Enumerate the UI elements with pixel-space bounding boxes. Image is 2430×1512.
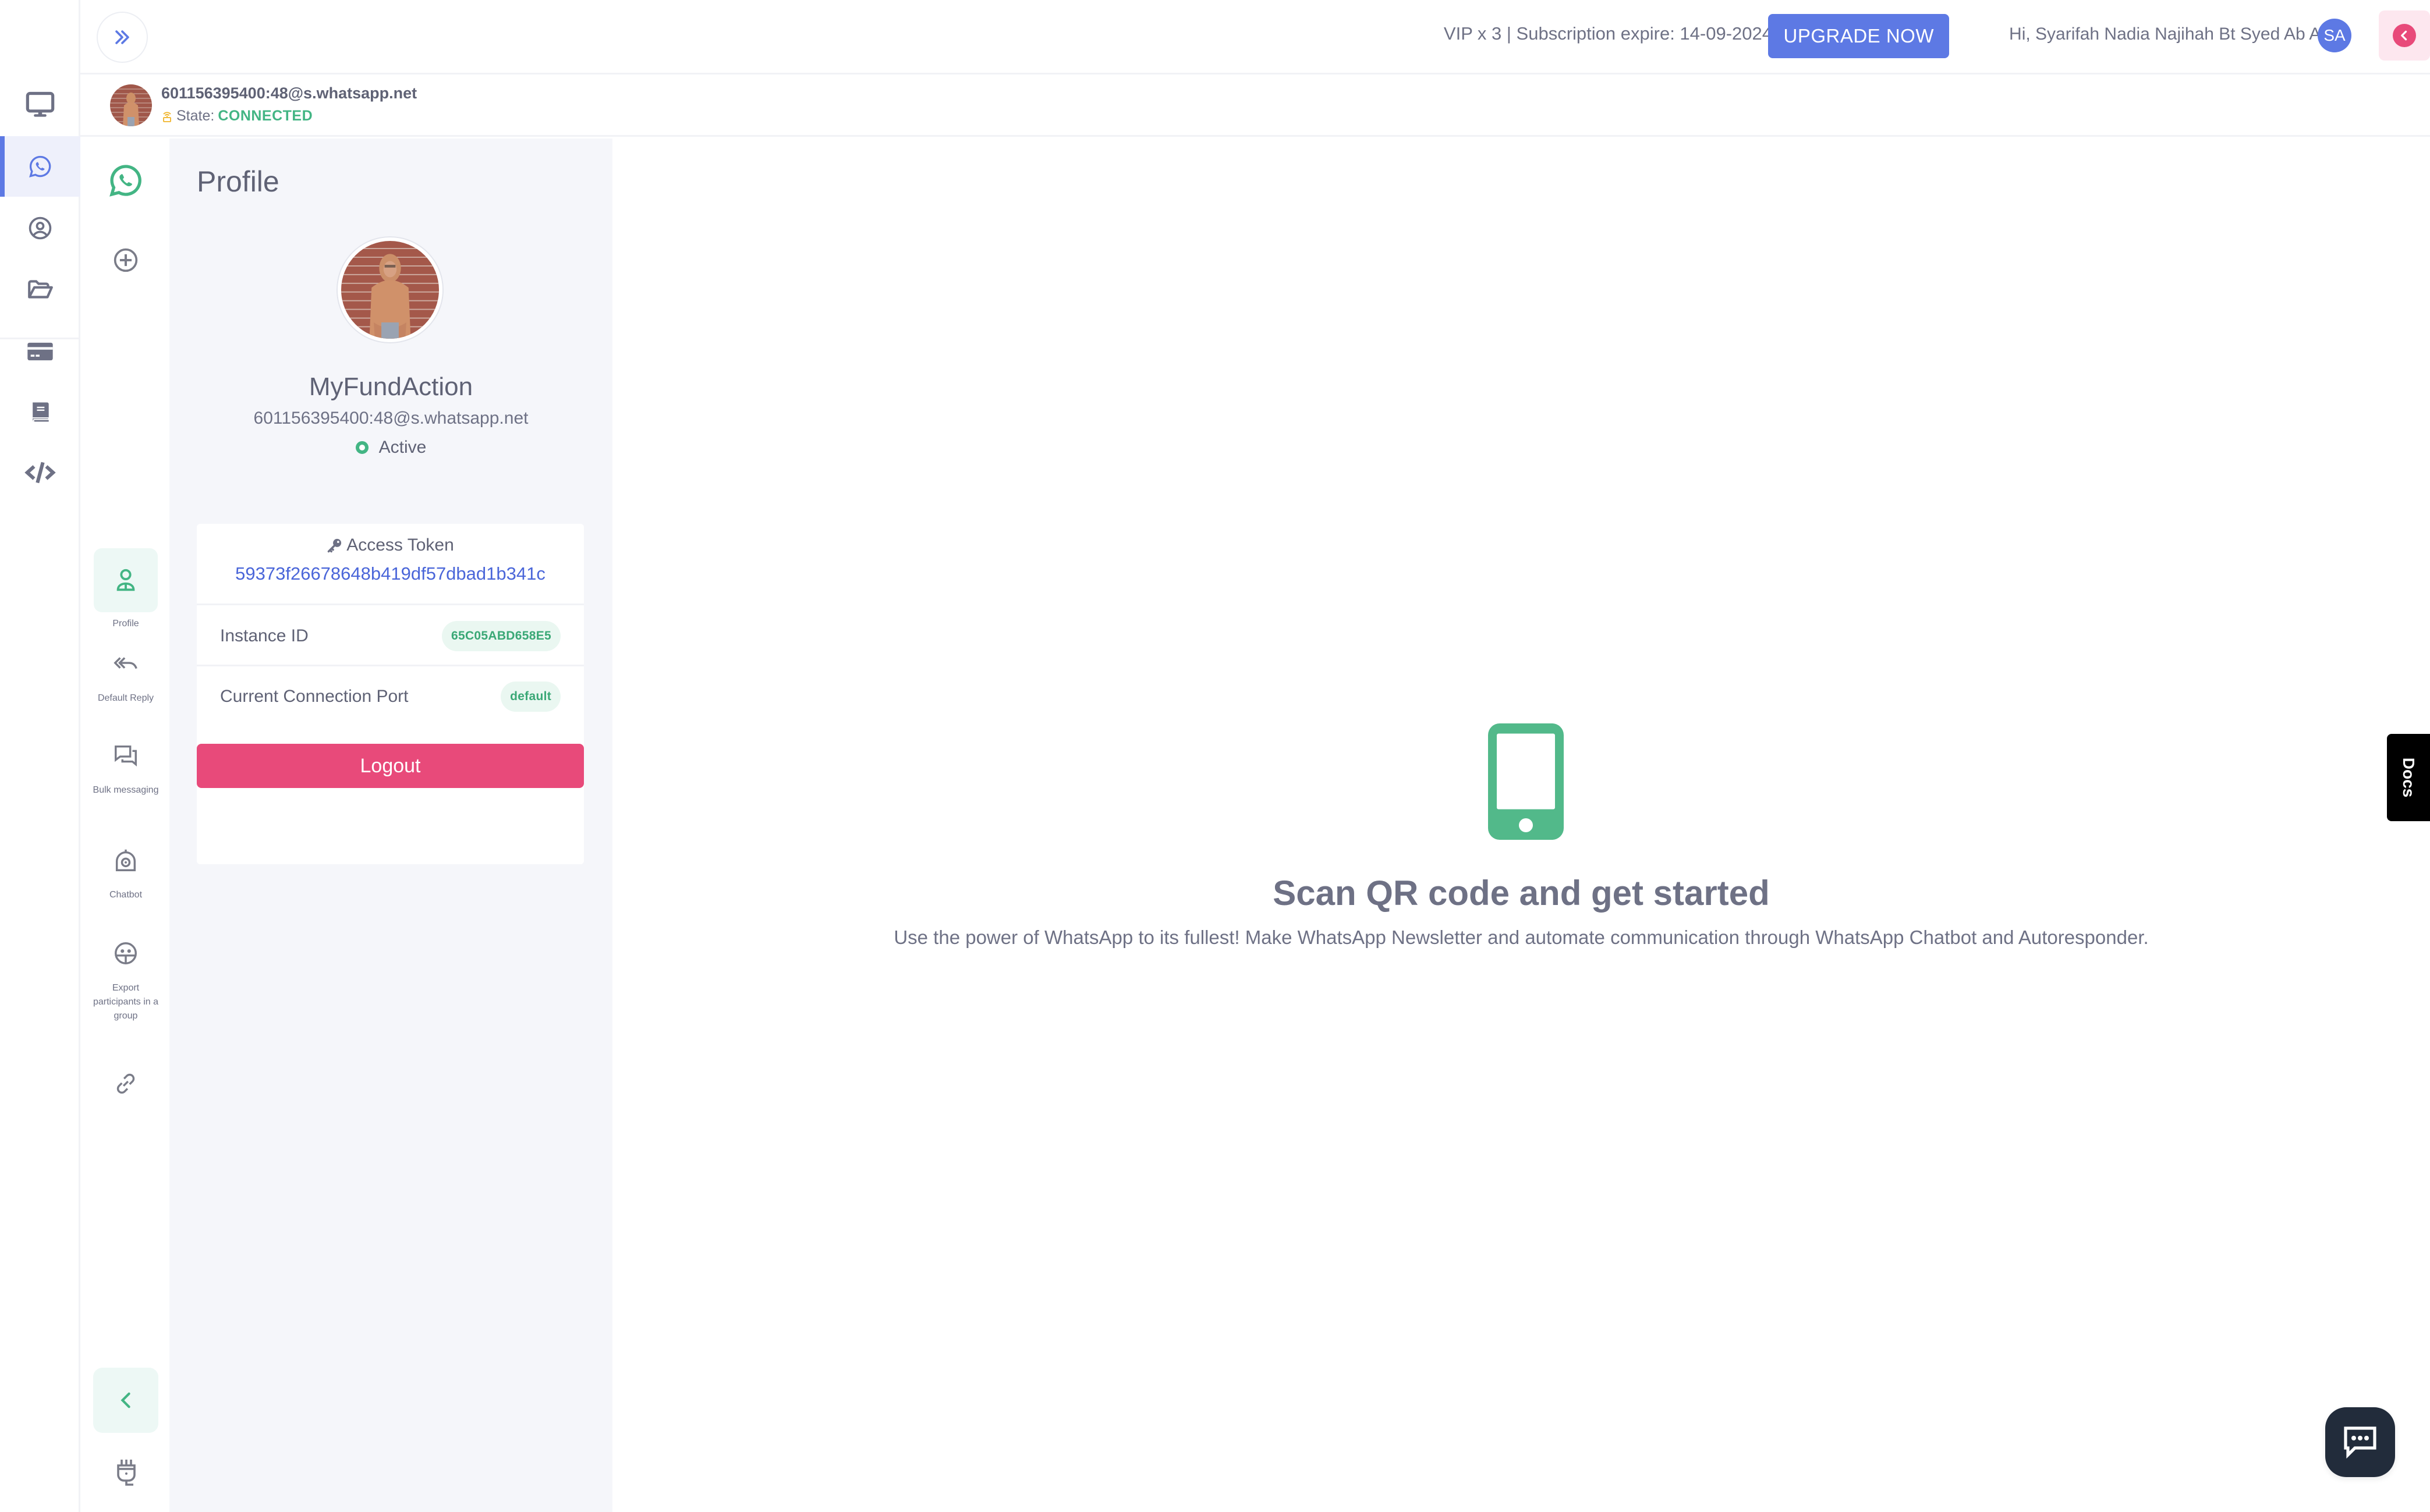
- feature-label: Bulk messaging: [93, 785, 159, 795]
- expand-sidebar-button[interactable]: [97, 12, 148, 63]
- user-greeting: Hi, Syarifah Nadia Najihah Bt Syed Ab Az…: [2009, 24, 2342, 44]
- access-token-value[interactable]: 59373f26678648b419df57dbad1b341c: [197, 563, 584, 584]
- profile-status: Active: [169, 438, 612, 457]
- profile-photo-image: [341, 241, 439, 339]
- profile-jid: 601156395400:48@s.whatsapp.net: [253, 409, 529, 428]
- subscription-info: VIP x 3 | Subscription expire: 14-09-202…: [1443, 23, 1772, 44]
- link-icon: [116, 1073, 135, 1094]
- chevron-left-icon: [121, 1392, 130, 1408]
- panel-title: Profile: [197, 165, 279, 198]
- chevron-left-circle-icon: [2401, 30, 2407, 41]
- router-icon: [163, 111, 171, 122]
- profile-panel: Profile MyFundAction 601156395400:48@s.w…: [169, 139, 612, 1512]
- connection-jid: 601156395400:48@s.whatsapp.net: [161, 84, 417, 102]
- main-nav-rail: [0, 0, 80, 1512]
- user-avatar[interactable]: SA: [2318, 19, 2351, 52]
- access-token-block: Access Token 59373f26678648b419df57dbad1…: [197, 524, 584, 605]
- profile-photo-image: [110, 84, 152, 126]
- profile-name: MyFundAction: [309, 372, 473, 401]
- collapse-panel-button[interactable]: [93, 1368, 158, 1433]
- connection-bar: 601156395400:48@s.whatsapp.net State: CO…: [80, 76, 2430, 137]
- upgrade-now-button[interactable]: UPGRADE NOW: [1768, 14, 1949, 58]
- feature-chatbot[interactable]: Chatbot: [82, 837, 169, 902]
- docs-label: Docs: [2400, 757, 2418, 798]
- feature-profile[interactable]: Profile: [82, 548, 169, 631]
- feature-label: Chatbot: [109, 890, 143, 900]
- profile-icon: [116, 569, 135, 591]
- feature-bulk-messaging[interactable]: Bulk messaging: [82, 732, 169, 797]
- docs-tab[interactable]: Docs: [2387, 734, 2430, 821]
- rail-item-dashboard[interactable]: [0, 74, 80, 135]
- folder-open-icon: [28, 280, 53, 299]
- access-token-label: Access Token: [346, 535, 454, 555]
- scan-qr-title: Scan QR code and get started: [1273, 874, 1770, 913]
- back-button[interactable]: [2379, 10, 2430, 61]
- main-content: [612, 139, 2430, 1512]
- rail-item-files[interactable]: [0, 260, 80, 320]
- feature-label: Export participants in a group: [93, 983, 159, 1021]
- instance-id-row: Instance ID 65C05ABD658E5: [197, 607, 584, 666]
- scan-qr-subtitle: Use the power of WhatsApp to its fullest…: [894, 927, 2149, 948]
- feature-default-reply[interactable]: Default Reply: [82, 640, 169, 705]
- rail-item-docs[interactable]: [0, 382, 80, 442]
- rail-item-whatsapp[interactable]: [0, 136, 80, 197]
- chat-bubbles-icon: [115, 745, 137, 767]
- reply-all-icon: [114, 657, 137, 669]
- plug-icon[interactable]: [114, 1458, 139, 1486]
- user-circle-icon: [29, 216, 52, 240]
- chevrons-right-icon: [115, 30, 129, 44]
- rail-item-contacts[interactable]: [0, 198, 80, 258]
- key-icon: [327, 538, 342, 553]
- connection-state: State: CONNECTED: [161, 108, 313, 125]
- instance-info-card: Access Token 59373f26678648b419df57dbad1…: [197, 524, 584, 864]
- instance-id-label: Instance ID: [220, 626, 309, 645]
- monitor-icon: [26, 91, 55, 117]
- credit-card-icon: [27, 342, 53, 361]
- chat-support-icon: [2344, 1426, 2376, 1459]
- connection-port-row: Current Connection Port default: [197, 667, 584, 726]
- group-export-icon: [115, 942, 137, 964]
- feature-label: Profile: [112, 619, 139, 629]
- code-icon: [24, 462, 56, 484]
- state-value: CONNECTED: [218, 108, 313, 124]
- status-text: Active: [378, 438, 427, 457]
- book-icon: [33, 402, 49, 422]
- status-dot-icon: [355, 441, 369, 454]
- robot-icon: [115, 849, 136, 871]
- connection-port-label: Current Connection Port: [220, 687, 409, 706]
- whatsapp-icon[interactable]: [107, 162, 144, 199]
- connection-avatar: [110, 84, 152, 126]
- profile-avatar: [338, 237, 442, 342]
- feature-rail: Profile Default Reply Bulk messaging Cha…: [82, 139, 169, 1512]
- instance-id-badge: 65C05ABD658E5: [441, 620, 561, 651]
- connection-port-badge: default: [501, 682, 561, 712]
- rail-item-api[interactable]: [0, 442, 80, 503]
- state-label: State:: [176, 108, 215, 124]
- logout-button[interactable]: Logout: [197, 744, 584, 788]
- feature-link[interactable]: [82, 1060, 169, 1107]
- mobile-phone-icon: [1488, 723, 1564, 840]
- chat-support-button[interactable]: [2325, 1407, 2395, 1477]
- feature-export-participants[interactable]: Export participants in a group: [82, 930, 169, 1023]
- whatsapp-icon: [29, 155, 51, 178]
- rail-item-billing[interactable]: [0, 321, 80, 382]
- feature-label: Default Reply: [97, 693, 154, 703]
- add-circle-icon[interactable]: [113, 247, 139, 273]
